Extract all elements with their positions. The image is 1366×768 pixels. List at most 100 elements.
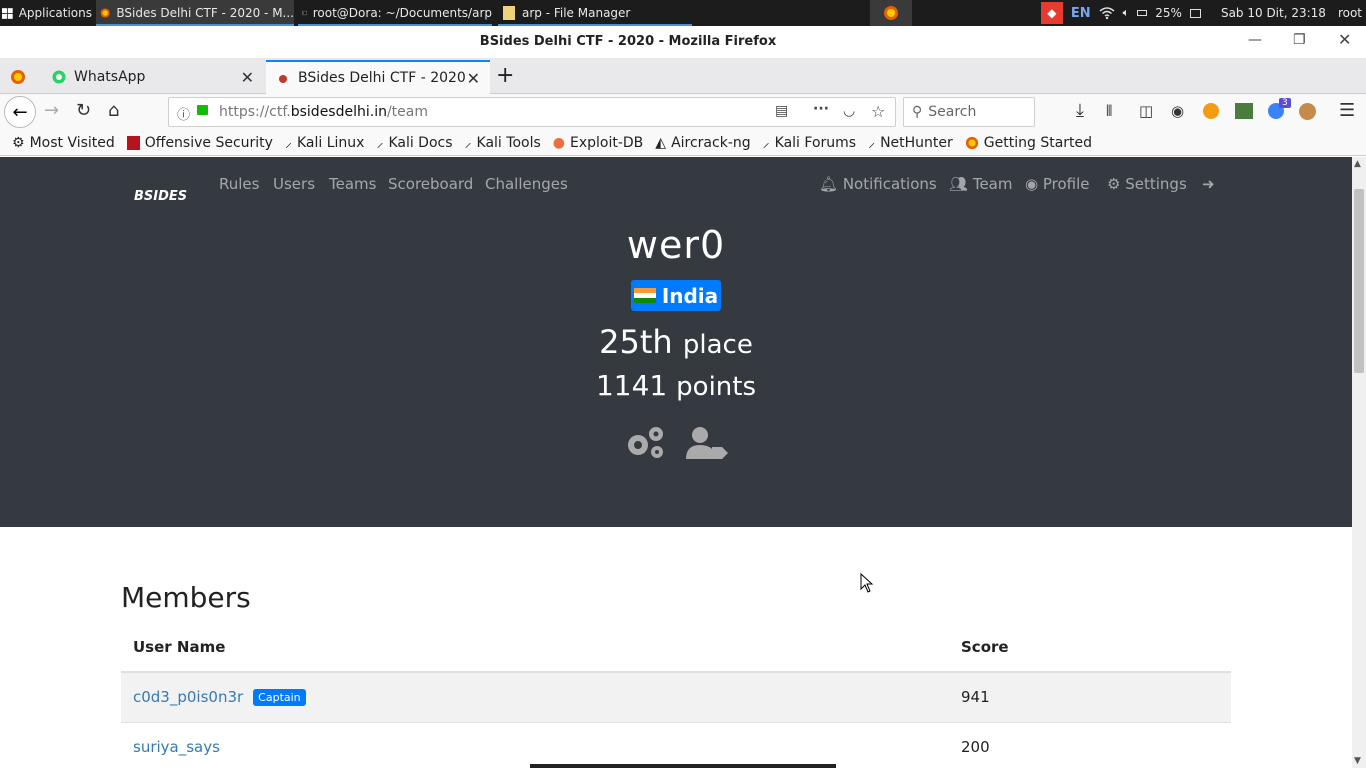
member-link[interactable]: c0d3_p0is0n3r bbox=[133, 688, 243, 706]
member-cell: suriya_says bbox=[121, 722, 949, 768]
bookmark-offensive-security[interactable]: Offensive Security bbox=[126, 135, 273, 151]
nav-challenges[interactable]: Challenges bbox=[485, 175, 568, 193]
user-circle-icon: ◉ bbox=[1025, 175, 1039, 193]
scrollbar-thumb[interactable] bbox=[1354, 189, 1364, 373]
applications-label: Applications bbox=[18, 6, 92, 20]
arrow-left-icon: ← bbox=[12, 101, 28, 123]
extension-badge: 3 bbox=[1279, 98, 1291, 108]
column-header-username: User Name bbox=[121, 628, 949, 673]
battery-icon bbox=[1137, 10, 1148, 16]
cogs-icon[interactable] bbox=[624, 425, 666, 459]
sidebar-icon[interactable]: ◫ bbox=[1139, 102, 1153, 120]
logout-icon[interactable]: ➜ bbox=[1202, 175, 1215, 193]
taskbar-window-firefox[interactable]: BSides Delhi CTF - 2020 - M... bbox=[96, 0, 294, 26]
search-box[interactable]: ⚲ Search bbox=[903, 97, 1035, 127]
bookmark-exploit-db[interactable]: ● Exploit-DB bbox=[553, 135, 644, 151]
bookmark-kali-linux[interactable]: ⸝ Kali Linux bbox=[285, 133, 364, 152]
table-row: suriya_says 200 bbox=[121, 722, 1231, 768]
url-text: https://ctf.bsidesdelhi.in/team bbox=[219, 104, 429, 120]
taskbar-firefox-launcher[interactable] bbox=[870, 0, 912, 26]
bookmarks-toolbar: ⚙ Most Visited Offensive Security ⸝ Kali L… bbox=[0, 130, 1366, 156]
member-cell: c0d3_p0is0n3r Captain bbox=[121, 671, 949, 723]
kali-icon: ⸝ bbox=[868, 135, 876, 151]
bsides-logo[interactable]: BSIDES bbox=[134, 189, 187, 204]
nav-team[interactable]: 👥︎ Team bbox=[949, 175, 1012, 193]
account-icon[interactable]: ◉ bbox=[1171, 102, 1184, 120]
taskbar-window-label: BSides Delhi CTF - 2020 - M... bbox=[116, 6, 294, 20]
clock[interactable]: Sab 10 Dit, 23:18 bbox=[1221, 6, 1326, 20]
firefox-icon bbox=[884, 6, 898, 20]
bookmark-star-icon[interactable]: ☆ bbox=[871, 102, 885, 121]
nav-profile[interactable]: ◉ Profile bbox=[1025, 175, 1090, 193]
team-place: 25th place bbox=[599, 323, 753, 361]
reload-button[interactable]: ↻ bbox=[76, 100, 91, 121]
user-tag-icon[interactable] bbox=[686, 425, 728, 459]
applications-menu[interactable]: Applications bbox=[2, 0, 92, 26]
india-flag-icon bbox=[633, 288, 656, 303]
offsec-icon bbox=[126, 135, 140, 150]
members-table: User Name Score c0d3_p0is0n3r Captain 941… bbox=[121, 628, 1231, 768]
anydesk-icon[interactable]: ◆ bbox=[1040, 2, 1063, 24]
taskbar-window-filemanager[interactable]: arp - File Manager bbox=[498, 0, 692, 26]
window-titlebar: BSides Delhi CTF - 2020 - Mozilla Firefo… bbox=[0, 26, 1366, 58]
extension-icon-2[interactable] bbox=[1235, 103, 1253, 119]
taskbar-window-terminal[interactable]: root@Dora: ~/Documents/arp bbox=[298, 0, 492, 26]
member-link[interactable]: suriya_says bbox=[133, 738, 220, 756]
scroll-up-icon[interactable]: ▲ bbox=[1354, 159, 1361, 169]
tab-label: WhatsApp bbox=[74, 69, 146, 85]
bookmark-most-visited[interactable]: ⚙ Most Visited bbox=[12, 135, 115, 151]
wifi-icon[interactable] bbox=[1099, 6, 1115, 20]
tab-pinned-firefox[interactable] bbox=[0, 60, 40, 94]
notification-icon[interactable] bbox=[1189, 8, 1201, 18]
close-window-icon[interactable]: ✕ bbox=[1338, 30, 1351, 49]
new-tab-button[interactable]: + bbox=[496, 63, 514, 88]
cookie-icon[interactable] bbox=[1299, 103, 1316, 120]
page-actions-icon[interactable]: ··· bbox=[813, 101, 829, 117]
restore-icon[interactable]: ❐ bbox=[1293, 32, 1306, 48]
tab-whatsapp[interactable]: WhatsApp ✕ bbox=[42, 60, 264, 94]
table-header-row: User Name Score bbox=[121, 628, 1231, 673]
url-bar[interactable]: ⓘ https://ctf.bsidesdelhi.in/team ▤ ··· … bbox=[168, 97, 896, 127]
close-tab-icon[interactable]: ✕ bbox=[467, 69, 480, 88]
user-menu[interactable]: root bbox=[1338, 6, 1362, 20]
page-scrollbar[interactable]: ▲ ▼ bbox=[1352, 157, 1366, 768]
nav-notifications[interactable]: 🔔︎ Notifications bbox=[819, 175, 937, 193]
downloads-icon[interactable]: ⤓ bbox=[1076, 100, 1084, 121]
volume-icon[interactable]: 🔈︎ bbox=[1123, 6, 1130, 20]
bookmark-kali-docs[interactable]: ⸝ Kali Docs bbox=[376, 133, 452, 152]
hamburger-menu-icon[interactable]: ☰ bbox=[1339, 100, 1355, 121]
library-icon[interactable]: ⫴ bbox=[1106, 102, 1112, 120]
extension-icon-1[interactable] bbox=[1203, 103, 1219, 119]
kali-icon: ⸝ bbox=[376, 135, 384, 151]
nav-users[interactable]: Users bbox=[273, 175, 315, 193]
info-icon[interactable]: ⓘ bbox=[177, 104, 190, 123]
nav-teams[interactable]: Teams bbox=[329, 175, 376, 193]
pocket-icon[interactable]: ◡ bbox=[843, 103, 855, 119]
country-badge: India bbox=[631, 280, 721, 311]
nav-settings[interactable]: ⚙ Settings bbox=[1107, 175, 1187, 193]
captain-badge: Captain bbox=[253, 689, 306, 706]
reader-view-icon[interactable]: ▤ bbox=[775, 103, 788, 119]
firefox-icon bbox=[100, 8, 110, 18]
kali-icon: ⸝ bbox=[464, 135, 472, 151]
cogs-icon: ⚙ bbox=[1107, 175, 1121, 193]
home-button[interactable]: ⌂ bbox=[108, 100, 119, 121]
scroll-down-icon[interactable]: ▼ bbox=[1354, 756, 1361, 766]
forward-button[interactable]: → bbox=[44, 100, 59, 121]
windows-grid-icon bbox=[2, 7, 13, 19]
bookmark-getting-started[interactable]: Getting Started bbox=[965, 135, 1092, 151]
close-tab-icon[interactable]: ✕ bbox=[241, 68, 254, 87]
team-points: 1141 points bbox=[595, 369, 757, 402]
bookmark-aircrack-ng[interactable]: ◭ Aircrack-ng bbox=[655, 135, 750, 151]
nav-scoreboard[interactable]: Scoreboard bbox=[388, 175, 473, 193]
nav-rules[interactable]: Rules bbox=[219, 175, 259, 193]
bookmark-nethunter[interactable]: ⸝ NetHunter bbox=[868, 133, 953, 152]
firefox-icon bbox=[11, 70, 25, 84]
minimize-icon[interactable]: — bbox=[1248, 32, 1262, 48]
tab-bsides[interactable]: BSides Delhi CTF - 2020 ✕ bbox=[266, 60, 490, 94]
keyboard-layout[interactable]: EN bbox=[1071, 6, 1091, 21]
bookmark-kali-tools[interactable]: ⸝ Kali Tools bbox=[465, 133, 541, 152]
team-name: wer0 bbox=[626, 223, 726, 267]
bookmark-kali-forums[interactable]: ⸝ Kali Forums bbox=[763, 133, 856, 152]
back-button[interactable]: ← bbox=[4, 96, 36, 128]
